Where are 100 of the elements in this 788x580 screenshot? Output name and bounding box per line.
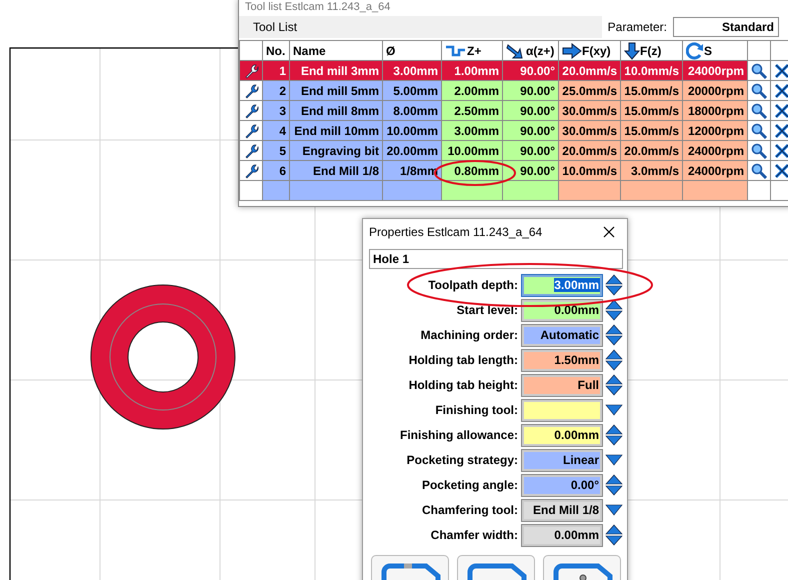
arrow-icon — [562, 42, 582, 58]
parameter-dropdown[interactable]: Standard — [673, 17, 779, 37]
search-icon[interactable] — [751, 162, 767, 178]
table-cell: 24000rpm — [682, 160, 748, 180]
table-cell: 3.00mm — [382, 60, 442, 80]
search-icon[interactable] — [751, 142, 767, 158]
table-cell: End mill 5mm — [290, 80, 382, 100]
column-header[interactable]: Name — [290, 40, 382, 60]
tool-list-tab[interactable]: Tool List — [253, 20, 298, 34]
value-field[interactable]: 0.00° — [522, 474, 602, 496]
wrench-icon[interactable] — [243, 122, 259, 138]
spinner-icon[interactable] — [605, 374, 623, 396]
table-cell: 20000rpm — [682, 80, 748, 100]
wrench-icon[interactable] — [243, 82, 259, 98]
spinner-icon[interactable] — [605, 274, 623, 296]
value-field[interactable]: 0.00mm — [522, 424, 602, 446]
wrench-icon[interactable] — [243, 102, 259, 118]
value-field[interactable]: Automatic — [522, 324, 602, 346]
dropdown-arrow-icon[interactable] — [605, 504, 623, 516]
table-cell: 20.0mm/s — [558, 140, 620, 160]
spinner-icon[interactable] — [605, 524, 623, 546]
table-cell: 90.00° — [502, 80, 558, 100]
table-cell: 10.00mm — [382, 120, 442, 140]
table-cell: 15.0mm/s — [620, 100, 682, 120]
value-field[interactable]: 1.50mm — [522, 350, 602, 370]
table-cell: 25.0mm/s — [558, 80, 620, 100]
table-cell: 20.0mm/s — [558, 60, 620, 80]
delete-icon[interactable] — [774, 162, 788, 178]
field-label: Finishing allowance: — [398, 428, 519, 442]
column-header[interactable]: S — [682, 40, 748, 60]
field-label: Pocketing angle: — [420, 478, 519, 492]
table-cell: 30.0mm/s — [558, 120, 620, 140]
search-icon[interactable] — [751, 62, 767, 78]
step-icon — [445, 44, 467, 58]
delete-icon[interactable] — [774, 62, 788, 78]
table-cell: 1.00mm — [442, 60, 502, 80]
wrench-icon[interactable] — [243, 162, 259, 178]
search-icon[interactable] — [751, 122, 767, 138]
table-cell: 90.00° — [502, 60, 558, 80]
spinner-icon[interactable] — [605, 299, 623, 321]
value-field[interactable]: 0.00mm — [522, 300, 602, 320]
table-cell: End Mill 1/8 — [290, 160, 382, 180]
table-cell: 15.0mm/s — [620, 120, 682, 140]
column-header[interactable]: F(xy) — [558, 40, 620, 60]
table-cell: End mill 10mm — [290, 120, 382, 140]
table-cell: End mill 3mm — [290, 60, 382, 80]
table-cell: 90.00° — [502, 100, 558, 120]
table-cell: 24000rpm — [682, 140, 748, 160]
dropdown-arrow-icon[interactable] — [605, 454, 623, 466]
table-cell: 2.50mm — [442, 100, 502, 120]
field-label: Holding tab height: — [408, 378, 519, 392]
dropdown-arrow-icon[interactable] — [605, 404, 623, 416]
table-cell: 90.00° — [502, 120, 558, 140]
table-cell: 18000rpm — [682, 100, 748, 120]
delete-icon[interactable] — [774, 82, 788, 98]
table-cell: Engraving bit — [290, 140, 382, 160]
table-cell: 5 — [262, 140, 290, 160]
value-field[interactable]: Linear — [522, 450, 602, 470]
delete-icon[interactable] — [774, 102, 788, 118]
window-title: Properties Estlcam 11.243_a_64 — [369, 225, 542, 239]
delete-icon[interactable] — [774, 142, 788, 158]
search-icon[interactable] — [751, 82, 767, 98]
value-field[interactable]: 0.00mm — [522, 524, 602, 546]
table-cell: 20.0mm/s — [620, 140, 682, 160]
spinner-icon[interactable] — [605, 349, 623, 371]
value-field[interactable]: End Mill 1/8 — [522, 500, 602, 520]
table-cell: 4 — [262, 120, 290, 140]
table-cell: 3.00mm — [442, 120, 502, 140]
field-label: Start level: — [456, 303, 519, 317]
close-icon[interactable] — [603, 226, 615, 238]
parameter-label: Parameter: — [608, 20, 667, 34]
wrench-icon[interactable] — [243, 62, 259, 78]
spinner-icon[interactable] — [605, 424, 623, 446]
table-cell: 1 — [262, 60, 290, 80]
table-cell: 30.0mm/s — [558, 100, 620, 120]
value-field[interactable] — [522, 400, 602, 420]
search-icon[interactable] — [751, 102, 767, 118]
value-field[interactable]: 3.00mm — [522, 274, 602, 296]
field-label: Pocketing strategy: — [406, 453, 519, 467]
field-label: Toolpath depth: — [427, 278, 519, 292]
field-label: Machining order: — [420, 328, 519, 342]
spinner-icon[interactable] — [605, 324, 623, 346]
column-header[interactable]: α(z+) — [502, 40, 558, 60]
name-field[interactable]: Hole 1 — [369, 249, 623, 269]
table-cell: 3.0mm/s — [620, 160, 682, 180]
column-header[interactable]: Ø — [382, 40, 442, 60]
table-cell: 10.00mm — [442, 140, 502, 160]
column-header[interactable]: Z+ — [442, 40, 502, 60]
delete-icon[interactable] — [774, 122, 788, 138]
table-cell: 2.00mm — [442, 80, 502, 100]
table-cell: 6 — [262, 160, 290, 180]
column-header[interactable]: F(z) — [620, 40, 682, 60]
window-title: Tool list Estlcam 11.243_a_64 — [244, 0, 392, 15]
wrench-icon[interactable] — [243, 142, 259, 158]
field-label: Chamfer width: — [430, 528, 519, 542]
column-header[interactable]: No. — [262, 40, 290, 60]
field-label: Holding tab length: — [408, 353, 519, 367]
table-cell: 20.00mm — [382, 140, 442, 160]
value-field[interactable]: Full — [522, 374, 602, 396]
spinner-icon[interactable] — [605, 474, 623, 496]
